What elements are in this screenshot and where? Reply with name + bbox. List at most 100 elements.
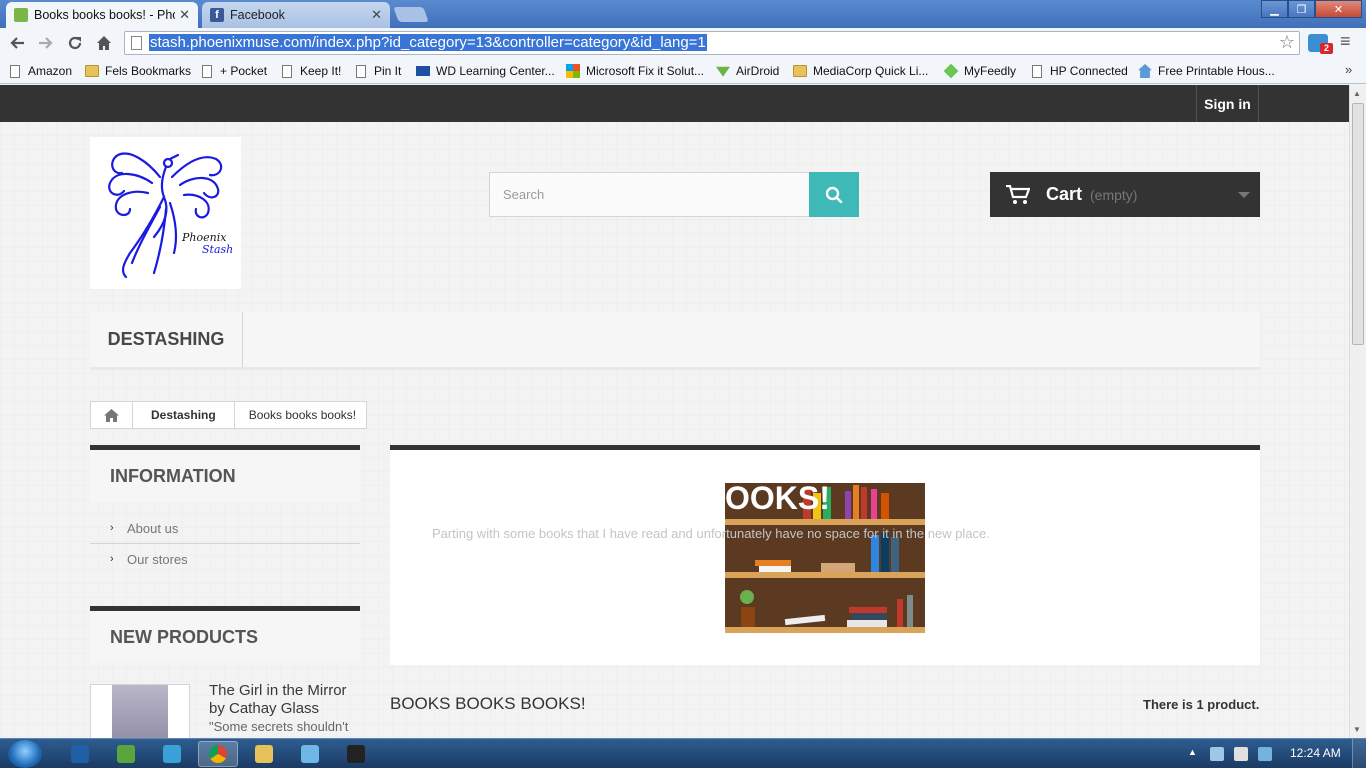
category-heading: BOOKS BOOKS BOOKS! (390, 694, 586, 713)
new-products-block: NEW PRODUCTS (90, 606, 360, 663)
browser-toolbar: stash.phoenixmuse.com/index.php?id_categ… (0, 28, 1366, 58)
taskbar-app3[interactable] (152, 741, 192, 767)
start-button[interactable] (8, 740, 42, 768)
chrome-icon (209, 745, 227, 763)
home-icon (104, 408, 119, 422)
search-button[interactable] (809, 172, 859, 217)
bookmark-amazon[interactable]: Amazon (10, 62, 72, 80)
reload-icon[interactable] (63, 31, 87, 55)
about-us-link[interactable]: › About us (90, 513, 360, 544)
scroll-down-icon[interactable]: ▼ (1353, 725, 1361, 734)
clock[interactable]: 12:24 AM (1290, 746, 1341, 760)
chrome-menu-icon[interactable]: ≡ (1340, 31, 1351, 52)
product-thumbnail[interactable] (90, 684, 190, 738)
menu-item-destashing[interactable]: DESTASHING (90, 312, 243, 367)
bookmark-star-icon[interactable]: ☆ (1279, 32, 1295, 53)
maximize-button[interactable]: ❐ (1288, 0, 1315, 18)
bookmarks-bar: Amazon Fels Bookmarks + Pocket Keep It! … (0, 58, 1366, 84)
page-icon (10, 64, 20, 78)
address-bar[interactable]: stash.phoenixmuse.com/index.php?id_categ… (124, 31, 1300, 55)
bookmark-airdroid[interactable]: AirDroid (716, 62, 779, 80)
breadcrumb: Destashing Books books books! (90, 401, 368, 429)
network-icon[interactable] (1210, 747, 1224, 761)
tab-facebook[interactable]: f Facebook ✕ (202, 2, 390, 28)
airdroid-icon (716, 66, 730, 77)
close-window-button[interactable]: ✕ (1315, 0, 1362, 18)
bookmark-label: Fels Bookmarks (105, 64, 192, 78)
microsoft-icon (566, 64, 580, 78)
bookmark-mediacorp[interactable]: MediaCorp Quick Li... (793, 62, 928, 80)
book-cover-image (112, 685, 168, 738)
category-description: Parting with some books that I have read… (432, 526, 990, 541)
scroll-up-icon[interactable]: ▲ (1353, 89, 1361, 98)
close-tab-icon[interactable]: ✕ (179, 7, 190, 23)
folder-icon (85, 65, 99, 77)
taskbar-app6[interactable] (290, 741, 330, 767)
app-icon (117, 745, 135, 763)
search-input[interactable] (489, 172, 810, 217)
windows-taskbar: ▲ 12:24 AM (0, 738, 1366, 768)
bookmark-myfeedly[interactable]: MyFeedly (943, 62, 1016, 80)
taskbar-chrome[interactable] (198, 741, 238, 767)
cart-label: Cart (1046, 184, 1083, 204)
taskbar-explorer[interactable] (244, 741, 284, 767)
bookmark-hp[interactable]: HP Connected (1032, 62, 1128, 80)
breadcrumb-category[interactable]: Destashing (133, 402, 235, 428)
battery-icon[interactable] (1234, 747, 1248, 761)
scrollbar-thumb[interactable] (1352, 103, 1364, 345)
facebook-favicon-icon: f (210, 8, 224, 22)
folder-icon (255, 745, 273, 763)
bookmark-pocket[interactable]: + Pocket (202, 62, 267, 80)
cart-icon (1006, 184, 1030, 204)
volume-icon[interactable] (1258, 747, 1272, 761)
back-icon[interactable] (5, 31, 29, 55)
new-tab-button[interactable] (393, 7, 429, 22)
tab-books[interactable]: Books books books! - Pho ✕ (6, 2, 198, 28)
bookmark-label: + Pocket (220, 64, 268, 78)
home-icon[interactable] (92, 31, 116, 55)
product-name[interactable]: The Girl in the Mirror by Cathay Glass (209, 682, 359, 718)
information-block: INFORMATION › About us › Our stores (90, 445, 360, 575)
forward-icon[interactable] (34, 31, 58, 55)
bookmark-keepit[interactable]: Keep It! (282, 62, 341, 80)
bookmark-label: AirDroid (736, 64, 780, 78)
url-text[interactable]: stash.phoenixmuse.com/index.php?id_categ… (149, 34, 707, 51)
new-products-title[interactable]: NEW PRODUCTS (90, 606, 360, 663)
cart-button[interactable]: Cart (empty) (990, 172, 1260, 217)
bookmark-microsoft[interactable]: Microsoft Fix it Solut... (566, 62, 704, 80)
minimize-button[interactable]: ▁ (1261, 0, 1288, 18)
page-scrollbar[interactable]: ▲ ▼ (1349, 85, 1366, 738)
bookshelf-image: OOKS! (725, 483, 925, 633)
page-viewport: Sign in Phoenix Stash Search Cart (empty… (0, 85, 1349, 738)
wd-icon (416, 66, 430, 76)
feedly-icon (943, 63, 959, 79)
page-icon (356, 64, 366, 78)
close-tab-icon[interactable]: ✕ (371, 7, 382, 23)
bookmark-label: WD Learning Center... (436, 64, 555, 78)
breadcrumb-home[interactable] (91, 402, 133, 428)
page-icon (131, 36, 142, 50)
house-icon (1138, 64, 1152, 78)
information-title[interactable]: INFORMATION (90, 445, 360, 502)
category-content: OOKS! Parting with some books that I hav… (390, 445, 1260, 665)
taskbar-blackberry[interactable] (336, 741, 376, 767)
page-icon (1032, 64, 1042, 78)
taskbar-app2[interactable] (106, 741, 146, 767)
top-nav: Sign in (0, 85, 1349, 122)
bookmark-label: Amazon (28, 64, 73, 78)
product-description: "Some secrets shouldn't (209, 719, 349, 734)
chevron-down-icon (1238, 192, 1250, 198)
bookmark-wd[interactable]: WD Learning Center... (416, 62, 555, 80)
sign-in-link[interactable]: Sign in (1196, 85, 1259, 122)
site-logo[interactable]: Phoenix Stash (90, 137, 241, 289)
tray-expand-icon[interactable]: ▲ (1188, 747, 1197, 757)
taskbar-outlook[interactable] (60, 741, 100, 767)
show-desktop-button[interactable] (1352, 739, 1366, 768)
bookmark-fels[interactable]: Fels Bookmarks (85, 62, 191, 80)
bookmark-printable[interactable]: Free Printable Hous... (1138, 62, 1275, 80)
more-bookmarks-icon[interactable]: » (1345, 62, 1352, 77)
our-stores-link[interactable]: › Our stores (90, 544, 360, 575)
bookmark-pinit[interactable]: Pin It (356, 62, 401, 80)
bookmark-label: MediaCorp Quick Li... (813, 64, 929, 78)
info-link-label: Our stores (127, 552, 188, 567)
